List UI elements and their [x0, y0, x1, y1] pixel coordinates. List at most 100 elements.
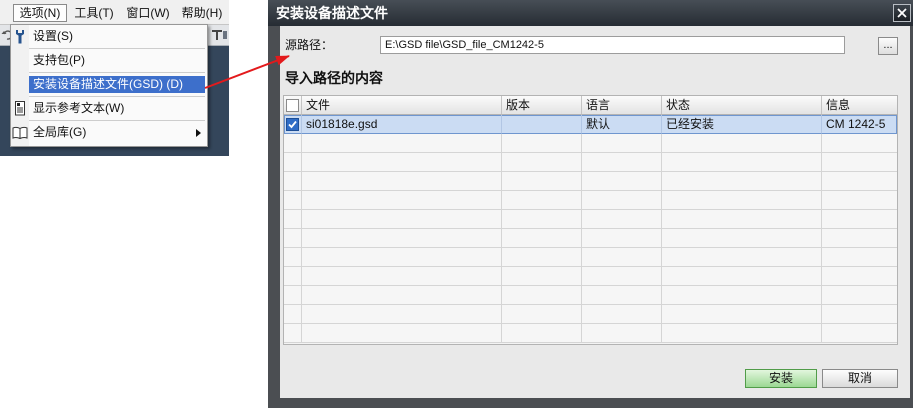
- browse-button[interactable]: ...: [878, 37, 898, 55]
- wrench-icon: [12, 29, 28, 44]
- table-cell-empty: [502, 153, 582, 172]
- column-header-status[interactable]: 状态: [662, 96, 822, 115]
- table-cell-empty: [662, 267, 822, 286]
- close-button[interactable]: [893, 4, 911, 22]
- cell-status: 已经安装: [662, 115, 822, 134]
- source-path-label: 源路径：: [285, 38, 334, 52]
- install-gsd-dialog: 安装设备描述文件 源路径： E:\GSD file\GSD_file_CM124…: [268, 0, 913, 408]
- cell-info: CM 1242-5: [822, 115, 897, 134]
- table-row-empty: [284, 191, 897, 210]
- table-body: si01818e.gsd 默认 已经安装 CM 1242-5: [284, 115, 897, 343]
- table-cell-empty: [662, 191, 822, 210]
- cell-file: si01818e.gsd: [302, 115, 502, 134]
- table-row-empty: [284, 286, 897, 305]
- table-cell-empty: [284, 153, 302, 172]
- table-cell-empty: [582, 324, 662, 343]
- table-cell-empty: [822, 210, 897, 229]
- table-cell-empty: [822, 248, 897, 267]
- table-row[interactable]: si01818e.gsd 默认 已经安装 CM 1242-5: [284, 115, 897, 134]
- options-dropdown-menu: 设置(S) 支持包(P) 安装设备描述文件(GSD) (D) 显示参考文本(W)…: [10, 24, 208, 147]
- menu-item-show-reference-text[interactable]: 显示参考文本(W): [11, 97, 207, 120]
- table-row-empty: [284, 153, 897, 172]
- table-row-empty: [284, 210, 897, 229]
- table-row-empty: [284, 172, 897, 191]
- install-button[interactable]: 安装: [745, 369, 817, 388]
- dialog-title: 安装设备描述文件: [276, 5, 388, 21]
- menu-item-global-libraries[interactable]: 全局库(G): [11, 121, 207, 144]
- table-cell-empty: [284, 210, 302, 229]
- column-header-info[interactable]: 信息: [822, 96, 897, 115]
- menu-item-settings[interactable]: 设置(S): [11, 25, 207, 48]
- gsd-file-table: 文件 版本 语言 状态 信息 si01818e.gsd 默认 已经安装 CM 1…: [283, 95, 898, 345]
- dialog-title-bar[interactable]: 安装设备描述文件: [268, 0, 913, 26]
- table-cell-empty: [284, 248, 302, 267]
- toolbar-icon[interactable]: [222, 29, 228, 41]
- menu-item-label: 安装设备描述文件(GSD) (D): [33, 77, 183, 91]
- menu-bar: 选项(N) 工具(T) 窗口(W) 帮助(H): [0, 0, 229, 25]
- table-cell-empty: [662, 134, 822, 153]
- source-path-input[interactable]: E:\GSD file\GSD_file_CM1242-5: [380, 36, 845, 54]
- table-cell-empty: [302, 229, 502, 248]
- table-cell-empty: [502, 267, 582, 286]
- table-cell-empty: [662, 153, 822, 172]
- select-all-cell: [284, 96, 302, 115]
- row-checkbox-cell: [284, 115, 302, 134]
- submenu-arrow-icon: [196, 129, 201, 137]
- table-cell-empty: [502, 229, 582, 248]
- table-cell-empty: [822, 267, 897, 286]
- table-cell-empty: [662, 286, 822, 305]
- table-cell-empty: [662, 305, 822, 324]
- table-cell-empty: [582, 134, 662, 153]
- menu-item-label: 全局库(G): [33, 125, 87, 139]
- table-cell-empty: [822, 153, 897, 172]
- table-cell-empty: [284, 172, 302, 191]
- table-cell-empty: [582, 153, 662, 172]
- table-cell-empty: [302, 134, 502, 153]
- table-cell-empty: [302, 191, 502, 210]
- table-cell-empty: [502, 305, 582, 324]
- cell-language: 默认: [582, 115, 662, 134]
- table-cell-empty: [662, 172, 822, 191]
- table-cell-empty: [822, 134, 897, 153]
- check-icon: [288, 120, 297, 129]
- table-cell-empty: [302, 267, 502, 286]
- column-header-language[interactable]: 语言: [582, 96, 662, 115]
- select-all-checkbox[interactable]: [286, 99, 299, 112]
- table-row-empty: [284, 134, 897, 153]
- table-cell-empty: [822, 305, 897, 324]
- menu-tools[interactable]: 工具(T): [67, 4, 121, 22]
- close-icon: [897, 8, 907, 18]
- table-cell-empty: [822, 286, 897, 305]
- table-cell-empty: [302, 153, 502, 172]
- menu-help[interactable]: 帮助(H): [175, 4, 229, 22]
- table-cell-empty: [284, 286, 302, 305]
- dialog-content: 源路径： E:\GSD file\GSD_file_CM1242-5 ... 导…: [280, 26, 910, 398]
- menu-window[interactable]: 窗口(W): [121, 4, 175, 22]
- cancel-button[interactable]: 取消: [822, 369, 898, 388]
- table-cell-empty: [502, 191, 582, 210]
- table-cell-empty: [302, 172, 502, 191]
- column-header-file[interactable]: 文件: [302, 96, 502, 115]
- reference-text-icon: [12, 101, 28, 116]
- table-row-empty: [284, 248, 897, 267]
- table-cell-empty: [502, 324, 582, 343]
- table-row-empty: [284, 305, 897, 324]
- cell-version: [502, 115, 582, 134]
- menu-item-install-gsd[interactable]: 安装设备描述文件(GSD) (D): [11, 73, 207, 96]
- menu-item-label: 显示参考文本(W): [33, 101, 125, 115]
- table-cell-empty: [284, 305, 302, 324]
- menu-options[interactable]: 选项(N): [13, 4, 67, 22]
- table-cell-empty: [284, 191, 302, 210]
- table-cell-empty: [284, 324, 302, 343]
- table-cell-empty: [822, 229, 897, 248]
- table-cell-empty: [284, 134, 302, 153]
- table-row-empty: [284, 267, 897, 286]
- column-header-version[interactable]: 版本: [502, 96, 582, 115]
- table-cell-empty: [662, 324, 822, 343]
- table-cell-empty: [502, 210, 582, 229]
- menu-item-label: 支持包(P): [33, 53, 85, 67]
- menu-item-support-packages[interactable]: 支持包(P): [11, 49, 207, 72]
- table-cell-empty: [582, 305, 662, 324]
- table-cell-empty: [502, 134, 582, 153]
- row-checkbox[interactable]: [286, 118, 299, 131]
